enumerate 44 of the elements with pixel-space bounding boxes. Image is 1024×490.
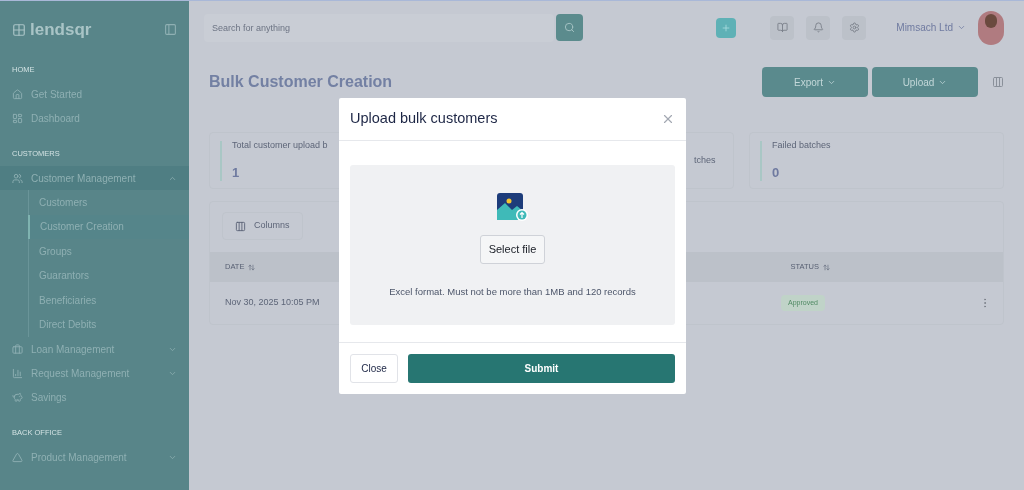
search-field[interactable]: Search for anything (204, 13, 554, 42)
sort-icon (822, 263, 830, 271)
drop-zone[interactable]: Select file Excel format. Must not be more than 1MB and 120 records (350, 165, 675, 325)
logo: lendsqr (30, 18, 92, 41)
page-title: Bulk Customer Creation (209, 72, 393, 92)
collapse-sidebar-icon[interactable] (164, 23, 177, 36)
book-icon[interactable] (770, 15, 795, 40)
settings-icon[interactable] (842, 15, 867, 40)
select-file-button[interactable]: Select file (479, 235, 546, 264)
sort-icon (248, 263, 256, 271)
stat-label: Total customer upload b (232, 139, 328, 152)
close-button[interactable]: Close (350, 354, 398, 383)
triangle-icon (12, 451, 23, 463)
columns-icon (235, 220, 246, 232)
search-icon (564, 22, 575, 33)
plus-icon (721, 22, 732, 33)
avatar[interactable] (978, 10, 1004, 45)
search-button[interactable] (556, 14, 583, 41)
columns-button[interactable]: Columns (222, 212, 303, 240)
export-button[interactable]: Export (762, 67, 868, 97)
caret-icon (957, 23, 966, 32)
stat-value: 1 (232, 163, 241, 182)
users-icon (12, 172, 23, 184)
stat-label: Failed batches (772, 139, 831, 152)
stat-value: 0 (772, 163, 781, 182)
notifications-icon[interactable] (806, 15, 831, 40)
submit-button[interactable]: Submit (408, 354, 675, 383)
dashboard-icon (12, 112, 23, 124)
stat-label: tches (694, 153, 716, 167)
bar-chart-icon (12, 367, 23, 379)
sidebar-item[interactable]: Customer Management (0, 166, 189, 190)
piggy-bank-icon (12, 391, 23, 403)
close-icon[interactable] (661, 112, 675, 126)
table-cell-text: Nov 30, 2025 10:05 PM (225, 296, 321, 310)
file-hint: Excel format. Must not be more than 1MB and 120 records (389, 285, 636, 299)
modal-title: Upload bulk customers (350, 109, 498, 129)
account-menu[interactable]: Mimsach Ltd (896, 20, 966, 35)
logo-icon (12, 22, 26, 37)
upload-button[interactable]: Upload (872, 67, 978, 97)
add-button[interactable] (716, 17, 737, 38)
home-icon (12, 88, 23, 100)
image-upload-icon (497, 193, 528, 222)
layout-icon[interactable] (992, 76, 1004, 88)
briefcase-icon (12, 343, 23, 355)
